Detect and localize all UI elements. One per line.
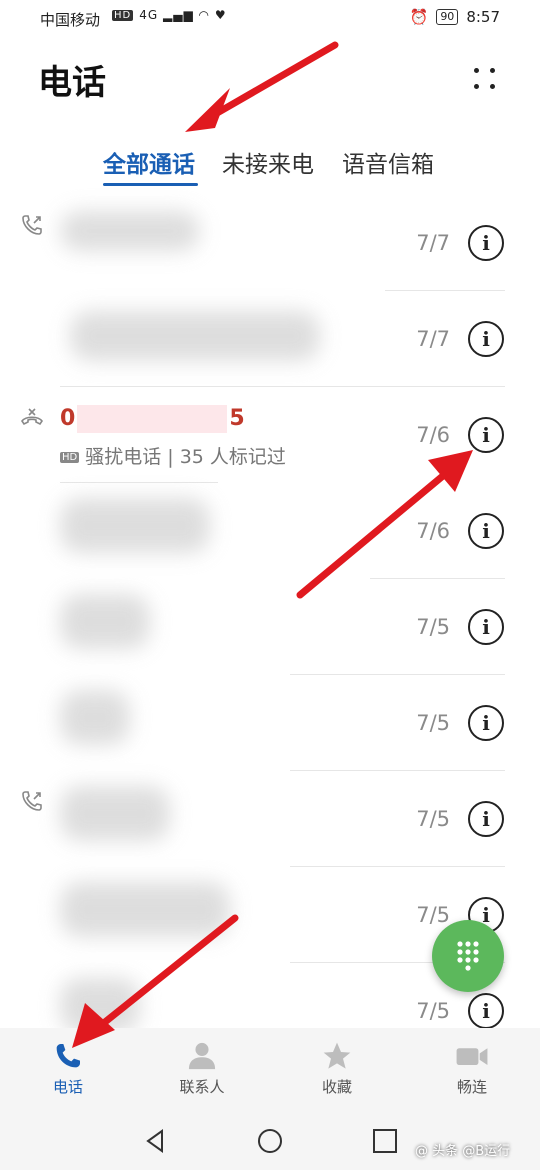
call-tabs: 全部通话 未接来电 语音信箱 [0,145,540,190]
arrow-to-all-calls-tab [185,41,339,132]
call-date: 7/7 [416,231,450,255]
number-suffix: 5 [229,406,245,431]
wifi-icon: ◠ [198,8,210,22]
phone-icon [56,1044,80,1068]
hd-badge: HD [60,452,80,463]
star-icon [323,1042,351,1069]
call-row[interactable]: 7/5 i [0,579,540,675]
nav-meetime[interactable]: 畅连 [427,1040,517,1097]
call-date: 7/5 [416,999,450,1023]
blurred-contact [60,786,170,841]
outgoing-call-icon [22,791,42,811]
tab-voicemail[interactable]: 语音信箱 [342,145,434,179]
nav-label: 联系人 [179,1078,225,1096]
nav-contacts[interactable]: 联系人 [157,1040,247,1097]
call-date: 7/6 [416,519,450,543]
spam-label: HD 骚扰电话 | 35 人标记过 [60,442,286,469]
more-options-icon[interactable] [470,64,500,94]
carrier-label: 中国移动 [40,11,101,29]
call-row[interactable]: 7/7 i [0,291,540,387]
info-icon[interactable]: i [468,225,504,261]
back-icon[interactable] [142,1128,168,1154]
call-row[interactable]: 7/7 i [0,195,540,291]
call-row[interactable]: 7/5 i [0,675,540,771]
bottom-navigation: 电话 联系人 收藏 畅连 [0,1028,540,1110]
info-icon[interactable]: i [468,993,504,1029]
recents-icon[interactable] [372,1128,398,1154]
call-date: 7/7 [416,327,450,351]
heart-icon: ♥ [214,8,227,22]
call-date: 7/5 [416,615,450,639]
spam-phone-number: 05 [60,405,245,433]
contacts-icon [188,1042,216,1070]
home-icon[interactable] [257,1128,283,1154]
status-right: ⏰ 90 8:57 [410,8,500,26]
tab-all-calls[interactable]: 全部通话 [103,145,195,179]
masked-digits [77,405,228,433]
info-icon[interactable]: i [468,513,504,549]
blurred-contact [60,211,200,251]
info-icon[interactable]: i [468,609,504,645]
watermark: @ 头条 @B运行 [415,1144,511,1159]
video-call-icon [456,1048,488,1065]
blurred-contact [60,882,230,937]
signal-indicator: HD 4G ▂▄▆ ◠ ♥ [112,8,227,22]
nav-label: 畅连 [456,1078,487,1096]
tab-missed-calls[interactable]: 未接来电 [222,145,314,179]
call-date: 7/5 [416,711,450,735]
alarm-icon: ⏰ [409,8,429,26]
call-row-spam[interactable]: 05 HD 骚扰电话 | 35 人标记过 7/6 i [0,387,540,483]
page-title: 电话 [38,63,106,103]
info-icon[interactable]: i [468,417,504,453]
dialpad-icon [457,941,479,971]
info-icon[interactable]: i [468,321,504,357]
call-row[interactable]: 7/6 i [0,483,540,579]
info-icon[interactable]: i [468,801,504,837]
active-tab-indicator [103,183,198,186]
battery-indicator: 90 [436,9,459,25]
outgoing-call-icon [22,215,42,235]
spam-tag-text: 骚扰电话 | 35 人标记过 [85,446,286,468]
call-row[interactable]: 7/5 i [0,771,540,867]
blurred-contact [70,311,320,361]
nav-label: 电话 [52,1078,83,1096]
hd-badge: HD [112,10,134,21]
number-prefix: 0 [60,406,76,431]
blurred-contact [60,690,130,745]
nav-phone[interactable]: 电话 [23,1040,113,1097]
rejected-call-icon [21,408,43,426]
dialpad-button[interactable] [432,920,504,992]
network-type: 4G [139,8,159,22]
blurred-contact [60,498,210,553]
call-date: 7/5 [416,807,450,831]
status-bar: 中国移动 HD 4G ▂▄▆ ◠ ♥ ⏰ 90 8:57 [0,0,540,38]
blurred-contact [60,594,150,649]
blurred-contact [60,978,140,1033]
info-icon[interactable]: i [468,705,504,741]
nav-favorites[interactable]: 收藏 [292,1040,382,1097]
call-date: 7/6 [416,423,450,447]
clock: 8:57 [466,8,500,26]
nav-label: 收藏 [321,1078,352,1096]
